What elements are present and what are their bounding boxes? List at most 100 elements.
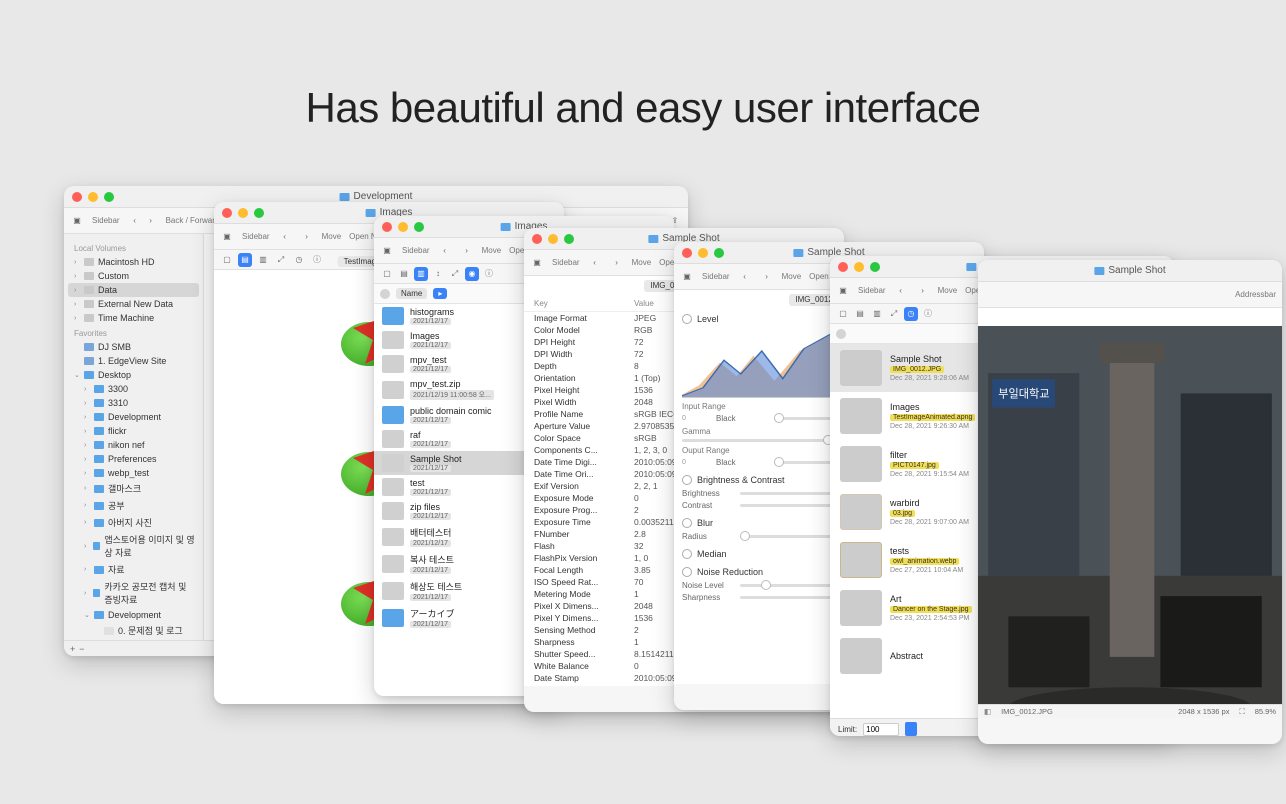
close-icon[interactable] [682, 248, 692, 258]
sidebar-item[interactable]: ›앱스토어용 이미지 및 영상 자료 [68, 531, 199, 561]
remove-button[interactable]: − [79, 644, 84, 654]
sidebar-item[interactable]: ⌄Desktop [68, 368, 199, 382]
minimize-icon[interactable] [854, 262, 864, 272]
limit-input[interactable] [863, 723, 899, 736]
nav-fwd[interactable]: › [300, 230, 314, 244]
expand-icon[interactable]: ⤢ [887, 307, 901, 321]
zoom-icon[interactable] [254, 208, 264, 218]
zoom-icon[interactable] [714, 248, 724, 258]
nav-fwd[interactable]: › [460, 244, 474, 258]
nav-back-forward[interactable]: ‹› [128, 214, 158, 228]
sidebar-item[interactable]: ›자료 [68, 561, 199, 578]
sidebar-item[interactable]: ›nikon nef [68, 438, 199, 452]
sidebar-item[interactable]: DJ SMB [68, 340, 199, 354]
sort-apply[interactable]: ▸ [433, 288, 447, 299]
nav-fwd[interactable]: › [916, 284, 930, 298]
sidebar-item[interactable]: ›카카오 공모전 캡처 및 증빙자료 [68, 578, 199, 608]
sidebar-label: Sidebar [242, 232, 270, 241]
minimize-icon[interactable] [398, 222, 408, 232]
sidebar-item[interactable]: ›Custom [68, 269, 199, 283]
sidebar-label: Sidebar [402, 246, 430, 255]
sidebar-item[interactable]: 1. EdgeView Site [68, 354, 199, 368]
move-label: Move [322, 232, 342, 241]
sidebar-item[interactable]: ›공부 [68, 497, 199, 514]
folder-icon [501, 223, 511, 231]
history-icon[interactable]: ◷ [904, 307, 918, 321]
minimize-icon[interactable] [238, 208, 248, 218]
nav-fwd[interactable]: › [610, 256, 624, 270]
nav-back[interactable]: ‹ [588, 256, 602, 270]
sidebar-toggle[interactable]: ▣ [680, 270, 694, 284]
info-icon[interactable]: ⓘ [482, 267, 496, 281]
sidebar-item[interactable]: ›Macintosh HD [68, 255, 199, 269]
sidebar-item[interactable]: ›Development [68, 410, 199, 424]
toggle-icon[interactable]: ◉ [465, 267, 479, 281]
zoom-icon[interactable] [870, 262, 880, 272]
minimize-icon[interactable] [88, 192, 98, 202]
sort-field[interactable]: Name [396, 288, 427, 299]
limit-label: Limit: [838, 725, 857, 734]
sidebar-item[interactable]: ›Time Machine [68, 311, 199, 325]
view-list-icon[interactable]: ▥ [414, 267, 428, 281]
sidebar-item[interactable]: ›flickr [68, 424, 199, 438]
sort-icon[interactable]: ↕ [431, 267, 445, 281]
sidebar-toggle[interactable]: ▣ [70, 214, 84, 228]
view-grid-icon[interactable]: ▢ [220, 253, 234, 267]
nav-back[interactable]: ‹ [738, 270, 752, 284]
view-columns-icon[interactable]: ▥ [256, 253, 270, 267]
zoom-icon[interactable]: ⛶ [1239, 707, 1244, 717]
zoom-icon[interactable] [564, 234, 574, 244]
sidebar-item[interactable]: ›Data [68, 283, 199, 297]
svg-text:부일대학교: 부일대학교 [998, 386, 1049, 400]
sidebar-item[interactable]: ›3310 [68, 396, 199, 410]
window-title: Development [340, 191, 413, 202]
image-viewport[interactable]: 부일대학교 [978, 326, 1282, 704]
backfwd-label: Back / Forward [166, 216, 220, 225]
close-icon[interactable] [72, 192, 82, 202]
sidebar-toggle[interactable]: ▣ [530, 256, 544, 270]
close-icon[interactable] [222, 208, 232, 218]
sidebar-item[interactable]: ›갤마스크 [68, 480, 199, 497]
sidebar-toggle[interactable]: ▣ [220, 230, 234, 244]
minimize-icon[interactable] [548, 234, 558, 244]
view-icon[interactable]: ▢ [380, 267, 394, 281]
sidebar-item[interactable]: 0. 문제점 및 로그 [68, 622, 199, 639]
nav-back[interactable]: ‹ [278, 230, 292, 244]
expand-icon[interactable]: ⤢ [448, 267, 462, 281]
view-icon[interactable]: ▤ [397, 267, 411, 281]
info-icon[interactable]: ⓘ [921, 307, 935, 321]
move-label: Move [938, 286, 958, 295]
sidebar-item[interactable]: ›아버지 사진 [68, 514, 199, 531]
info-icon[interactable]: ⓘ [310, 253, 324, 267]
sidebar-label: Sidebar [92, 216, 120, 225]
add-button[interactable]: + [70, 644, 75, 654]
minimize-icon[interactable] [698, 248, 708, 258]
clock-icon[interactable]: ◷ [292, 253, 306, 267]
close-icon[interactable] [838, 262, 848, 272]
sidebar-item[interactable]: ›Preferences [68, 452, 199, 466]
nav-back[interactable]: ‹ [438, 244, 452, 258]
view-icon[interactable]: ▢ [836, 307, 850, 321]
sidebar-item[interactable]: ›3300 [68, 382, 199, 396]
sidebar-toggle[interactable]: ▣ [836, 284, 850, 298]
nav-back[interactable]: ‹ [894, 284, 908, 298]
status-zoom: 85.9% [1255, 707, 1276, 716]
sidebar-toggle[interactable]: ▣ [380, 244, 394, 258]
zoom-icon[interactable] [104, 192, 114, 202]
sidebar-item[interactable]: ›External New Data [68, 297, 199, 311]
close-sort[interactable] [380, 289, 390, 299]
expand-icon[interactable]: ⤢ [274, 253, 288, 267]
view-icon[interactable]: ▤ [853, 307, 867, 321]
zoom-icon[interactable] [414, 222, 424, 232]
limit-stepper[interactable] [905, 722, 917, 736]
view-icon[interactable]: ▥ [870, 307, 884, 321]
close-icon[interactable] [382, 222, 392, 232]
viewer-window: Sample Shot Addressbar 부일대학교 ◧ IMG_0012.… [978, 260, 1282, 744]
traffic-lights[interactable] [72, 192, 114, 202]
close-icon[interactable] [532, 234, 542, 244]
sidebar-item[interactable]: ›webp_test [68, 466, 199, 480]
sidebar-item[interactable]: ⌄Development [68, 608, 199, 622]
close-sort[interactable] [836, 329, 846, 339]
view-list-icon[interactable]: ▤ [238, 253, 252, 267]
nav-fwd[interactable]: › [760, 270, 774, 284]
